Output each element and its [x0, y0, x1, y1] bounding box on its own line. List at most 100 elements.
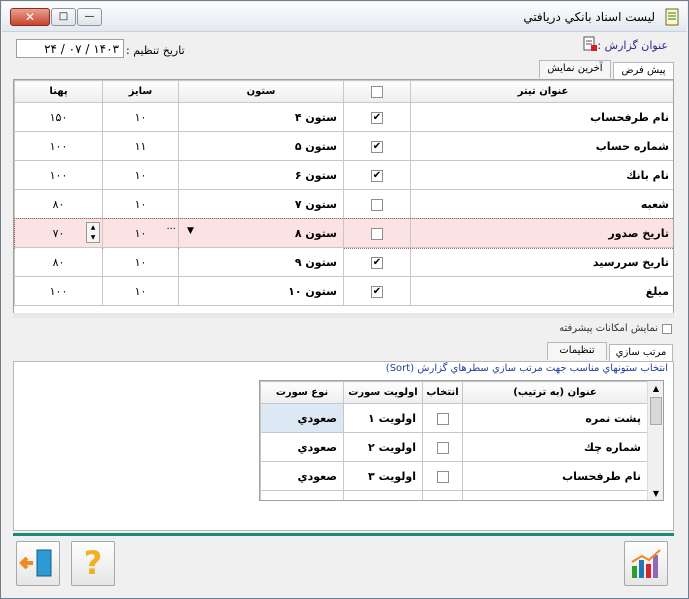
- column-row[interactable]: ۸۰ ۱۰ ستون ۹ ✔ تاريخ سررسيد: [14, 247, 673, 277]
- advanced-option[interactable]: نمايش امكانات پيشرفته: [559, 323, 672, 334]
- column-cell[interactable]: ستون ۷: [178, 189, 344, 219]
- sort-type-cell[interactable]: صعودي: [260, 432, 344, 462]
- show-checkbox[interactable]: ✔: [371, 256, 383, 269]
- show-cell[interactable]: ✔: [343, 276, 411, 306]
- width-cell[interactable]: ۱۵۰: [14, 102, 103, 132]
- width-cell[interactable]: ۸۰: [14, 189, 103, 219]
- sort-select-cell[interactable]: [422, 432, 463, 462]
- column-cell[interactable]: ستون ۴: [178, 102, 344, 132]
- width-cell[interactable]: ۱۰۰: [14, 131, 103, 161]
- column-row[interactable]: ۱۰۰ ۱۰ ستون ۶ ✔ نام بانك: [14, 160, 673, 190]
- sort-select-checkbox[interactable]: [436, 499, 449, 500]
- show-cell[interactable]: ✔: [343, 160, 411, 190]
- close-button[interactable]: ✕: [10, 8, 50, 26]
- size-cell[interactable]: ۱۰: [102, 189, 179, 219]
- title-cell[interactable]: شعبه: [410, 189, 673, 219]
- sort-row[interactable]: صعودي اولويت ۱ پشت نمره: [260, 403, 648, 433]
- column-cell[interactable]: ستون ۵: [178, 131, 344, 161]
- size-cell[interactable]: ۱۰: [102, 247, 179, 277]
- advanced-label: نمايش امكانات پيشرفته: [559, 323, 658, 334]
- sort-select-cell[interactable]: [422, 403, 463, 433]
- col-header-size[interactable]: سايز: [102, 80, 179, 103]
- col-header-width[interactable]: پهنا: [14, 80, 103, 103]
- title-cell[interactable]: تاريخ صدور: [410, 218, 673, 248]
- width-cell[interactable]: ۷۰ ▲ ▼: [14, 218, 103, 248]
- column-cell[interactable]: ستون ۱۰: [178, 276, 344, 306]
- sort-title-cell[interactable]: شماره چك: [462, 432, 648, 462]
- column-cell[interactable]: ستون ۹: [178, 247, 344, 277]
- tab-last-view[interactable]: آخرين نمايش: [539, 60, 611, 78]
- col-header-show[interactable]: [343, 80, 411, 103]
- sort-select-cell[interactable]: [422, 461, 463, 491]
- date-input[interactable]: ۱۴۰۳ / ۰۷ / ۲۴: [16, 39, 124, 58]
- show-checkbox[interactable]: ✔: [371, 169, 383, 182]
- title-cell[interactable]: نام بانك: [410, 160, 673, 190]
- sort-priority-cell[interactable]: اولويت ۳: [343, 461, 423, 491]
- col-header-title[interactable]: عنوان تيتر: [410, 80, 673, 103]
- title-cell[interactable]: تاريخ سررسيد: [410, 247, 673, 277]
- advanced-checkbox[interactable]: [662, 323, 672, 334]
- size-ellipsis-button[interactable]: ···: [166, 224, 176, 235]
- sort-title-cell[interactable]: پشت نمره: [462, 403, 648, 433]
- size-cell[interactable]: ۱۱: [102, 131, 179, 161]
- show-cell[interactable]: [343, 218, 411, 248]
- show-checkbox[interactable]: ✔: [371, 140, 383, 153]
- column-cell[interactable]: ستون ۶: [178, 160, 344, 190]
- size-cell[interactable]: ۱۰: [102, 160, 179, 190]
- show-cell[interactable]: ✔: [343, 131, 411, 161]
- show-checkbox[interactable]: ✔: [371, 111, 383, 124]
- show-checkbox[interactable]: [371, 198, 383, 211]
- minimize-button[interactable]: —: [77, 8, 102, 26]
- column-dropdown-icon[interactable]: ▼: [187, 226, 194, 236]
- scroll-thumb[interactable]: [650, 397, 662, 425]
- sort-header-title[interactable]: عنوان (به ترتيب): [462, 381, 648, 404]
- width-cell[interactable]: ۱۰۰: [14, 160, 103, 190]
- sort-scrollbar[interactable]: ▲ ▼: [647, 381, 663, 500]
- title-cell[interactable]: مبلغ: [410, 276, 673, 306]
- sort-header-type[interactable]: نوع سورت: [260, 381, 344, 404]
- sort-header-select[interactable]: انتخاب: [422, 381, 463, 404]
- sort-select-checkbox[interactable]: [436, 412, 449, 425]
- sort-row[interactable]: صعودي اولويت ۲ شماره چك: [260, 432, 648, 462]
- size-cell[interactable]: ۱۰ ···: [102, 218, 179, 248]
- sort-row[interactable]: صعودي اولويت ۳ نام طرفحساب: [260, 461, 648, 491]
- column-row[interactable]: ۱۰۰ ۱۱ ستون ۵ ✔ شماره حساب: [14, 131, 673, 161]
- help-button[interactable]: ?: [71, 541, 115, 586]
- select-all-checkbox[interactable]: [371, 85, 383, 98]
- sort-select-checkbox[interactable]: [436, 470, 449, 483]
- width-cell[interactable]: ۸۰: [14, 247, 103, 277]
- show-checkbox[interactable]: [371, 227, 383, 240]
- title-cell[interactable]: نام طرفحساب: [410, 102, 673, 132]
- chart-report-button[interactable]: [624, 541, 668, 586]
- show-checkbox[interactable]: ✔: [371, 285, 383, 298]
- scroll-up-arrow[interactable]: ▲: [648, 381, 663, 397]
- sort-header-priority[interactable]: اولويت سورت: [343, 381, 423, 404]
- accent-divider: [13, 533, 674, 536]
- size-cell[interactable]: ۱۰: [102, 276, 179, 306]
- column-cell[interactable]: ستون ۸ ▼: [178, 218, 344, 248]
- sort-type-cell[interactable]: صعودي: [260, 403, 344, 433]
- show-cell[interactable]: [343, 189, 411, 219]
- tab-settings[interactable]: تنظيمات: [547, 342, 607, 360]
- title-cell[interactable]: شماره حساب: [410, 131, 673, 161]
- show-cell[interactable]: ✔: [343, 247, 411, 277]
- width-spinner[interactable]: ▲ ▼: [86, 222, 100, 243]
- report-print-icon: [583, 36, 597, 51]
- column-row[interactable]: ۱۰۰ ۱۰ ستون ۱۰ ✔ مبلغ: [14, 276, 673, 306]
- column-row[interactable]: ۸۰ ۱۰ ستون ۷ شعبه: [14, 189, 673, 219]
- exit-button[interactable]: [16, 541, 60, 586]
- size-value: ۱۰: [134, 168, 147, 182]
- width-cell[interactable]: ۱۰۰: [14, 276, 103, 306]
- column-row[interactable]: ۱۵۰ ۱۰ ستون ۴ ✔ نام طرفحساب: [14, 102, 673, 132]
- sort-priority-cell[interactable]: اولويت ۱: [343, 403, 423, 433]
- maximize-button[interactable]: □: [51, 8, 76, 26]
- col-header-column[interactable]: ستون: [178, 80, 344, 103]
- sort-priority-cell[interactable]: اولويت ۲: [343, 432, 423, 462]
- size-cell[interactable]: ۱۰: [102, 102, 179, 132]
- sort-title-cell[interactable]: نام طرفحساب: [462, 461, 648, 491]
- column-row[interactable]: ۷۰ ▲ ▼ ۱۰ ··· ستون ۸ ▼ تاريخ صدور: [14, 217, 673, 249]
- sort-select-checkbox[interactable]: [436, 441, 449, 454]
- scroll-down-arrow[interactable]: ▼: [648, 486, 663, 500]
- show-cell[interactable]: ✔: [343, 102, 411, 132]
- sort-type-cell[interactable]: صعودي: [260, 461, 344, 491]
